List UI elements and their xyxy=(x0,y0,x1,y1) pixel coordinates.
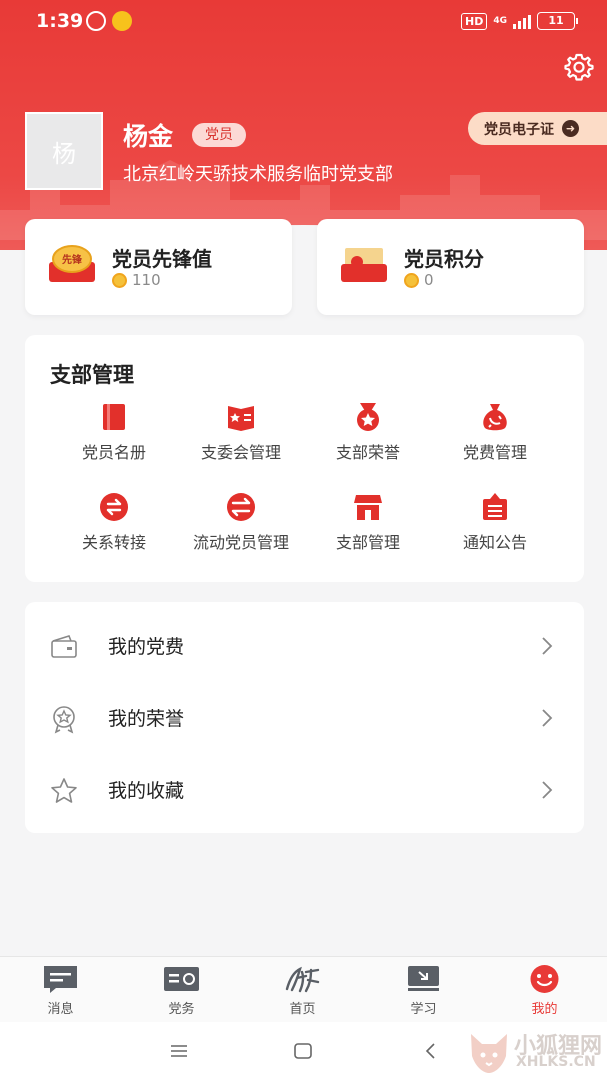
tab-label: 我的 xyxy=(531,1002,558,1017)
mobile-member-icon xyxy=(227,493,255,521)
menu-label: 我的荣誉 xyxy=(108,708,185,730)
hd-icon: HD xyxy=(461,12,488,30)
role-badge: 党员 xyxy=(192,123,246,147)
e-certificate-label: 党员电子证 xyxy=(484,121,554,138)
branch-store-icon xyxy=(354,495,382,520)
section-title: 支部管理 xyxy=(50,363,134,387)
arrow-right-icon: ➜ xyxy=(562,120,579,137)
grid-item-transfer[interactable]: 关系转接 xyxy=(49,491,179,561)
settings-gear-icon[interactable] xyxy=(562,50,596,84)
chevron-right-icon xyxy=(542,709,553,727)
branch-management-panel: 支部管理 党员名册 支委会管理 支部荣誉 党费管理 关系转接 流动党员管理 支部… xyxy=(25,335,584,582)
points-card[interactable]: 党员积分 0 xyxy=(317,219,584,315)
pioneer-value-card[interactable]: 先锋 党员先锋值 110 xyxy=(25,219,292,315)
message-icon xyxy=(44,966,77,993)
home-square-icon[interactable] xyxy=(292,1040,314,1062)
coin-icon xyxy=(404,272,419,288)
user-name: 杨金 xyxy=(123,122,174,151)
grid-label: 支委会管理 xyxy=(200,443,281,462)
pioneer-badge-icon: 先锋 xyxy=(49,245,95,282)
committee-icon xyxy=(228,406,254,431)
grid-label: 通知公告 xyxy=(462,533,527,552)
home-calligraphy-icon xyxy=(285,966,320,993)
study-icon xyxy=(408,966,439,991)
grid-label: 支部管理 xyxy=(335,533,400,552)
avatar[interactable]: 杨 xyxy=(25,112,103,190)
menu-item-my-honors[interactable]: 我的荣誉 xyxy=(25,682,584,754)
points-title: 党员积分 xyxy=(404,247,484,271)
grid-item-mobile-members[interactable]: 流动党员管理 xyxy=(176,491,306,561)
grid-item-branch-admin[interactable]: 支部管理 xyxy=(303,491,433,561)
money-bag-icon xyxy=(483,404,507,431)
grid-label: 关系转接 xyxy=(81,533,146,552)
wallet-icon xyxy=(51,635,77,658)
honor-medal-icon xyxy=(357,403,379,431)
signal-icon xyxy=(513,13,531,29)
mine-smile-icon xyxy=(530,965,559,993)
transfer-icon xyxy=(100,493,128,521)
personal-menu: 我的党费 我的荣誉 我的收藏 xyxy=(25,602,584,833)
tab-label: 首页 xyxy=(289,1002,316,1017)
svg-text:先锋: 先锋 xyxy=(62,253,83,266)
user-organization: 北京红岭天骄技术服务临时党支部 xyxy=(123,164,393,185)
notice-icon xyxy=(483,493,507,520)
tab-party-affairs[interactable]: 党务 xyxy=(121,957,242,1023)
menu-icon[interactable] xyxy=(168,1040,190,1062)
back-icon[interactable] xyxy=(420,1040,442,1062)
grid-label: 流动党员管理 xyxy=(192,533,289,552)
bottom-tab-bar: 消息 党务 首页 学习 我的 xyxy=(0,956,607,1022)
tab-messages[interactable]: 消息 xyxy=(0,957,121,1023)
grid-item-committee[interactable]: 支委会管理 xyxy=(176,401,306,471)
menu-label: 我的党费 xyxy=(108,636,185,658)
tab-home[interactable]: 首页 xyxy=(242,957,363,1023)
status-time: 1:39 xyxy=(36,10,84,32)
party-affairs-icon xyxy=(164,967,199,991)
menu-label: 我的收藏 xyxy=(108,780,185,802)
tab-label: 学习 xyxy=(410,1002,437,1017)
medal-icon xyxy=(53,706,75,734)
fox-logo-icon xyxy=(471,1034,507,1073)
tab-mine[interactable]: 我的 xyxy=(484,957,605,1023)
tab-label: 党务 xyxy=(168,1002,195,1017)
pioneer-value-number: 110 xyxy=(132,271,161,289)
watermark-en: XHLKS.CN xyxy=(516,1054,596,1070)
grid-item-dues[interactable]: 党费管理 xyxy=(430,401,560,471)
star-icon xyxy=(51,778,77,803)
points-envelope-icon xyxy=(341,248,387,282)
chevron-right-icon xyxy=(542,637,553,655)
grid-label: 党员名册 xyxy=(81,443,146,462)
tab-study[interactable]: 学习 xyxy=(363,957,484,1023)
status-bar: 1:39 HD 4G 11 xyxy=(0,0,607,44)
grid-label: 支部荣誉 xyxy=(335,443,400,462)
grid-item-honor[interactable]: 支部荣誉 xyxy=(303,401,433,471)
menu-item-my-favorites[interactable]: 我的收藏 xyxy=(25,754,584,826)
grid-item-notice[interactable]: 通知公告 xyxy=(430,491,560,561)
roster-book-icon xyxy=(103,404,125,430)
grid-label: 党费管理 xyxy=(462,443,527,462)
chevron-right-icon xyxy=(542,781,553,799)
battery-icon: 11 xyxy=(537,12,578,30)
weibo-icon xyxy=(112,11,132,31)
coin-icon xyxy=(112,272,127,288)
menu-item-my-dues[interactable]: 我的党费 xyxy=(25,610,584,682)
points-number: 0 xyxy=(424,271,434,289)
site-watermark: 小狐狸网 XHLKS.CN xyxy=(462,1024,607,1080)
tab-label: 消息 xyxy=(47,1002,74,1017)
grid-item-roster[interactable]: 党员名册 xyxy=(49,401,179,471)
pioneer-value-title: 党员先锋值 xyxy=(112,247,212,271)
e-certificate-button[interactable]: 党员电子证 ➜ xyxy=(468,112,607,145)
network-type: 4G xyxy=(493,16,507,26)
alarm-icon xyxy=(86,11,106,31)
